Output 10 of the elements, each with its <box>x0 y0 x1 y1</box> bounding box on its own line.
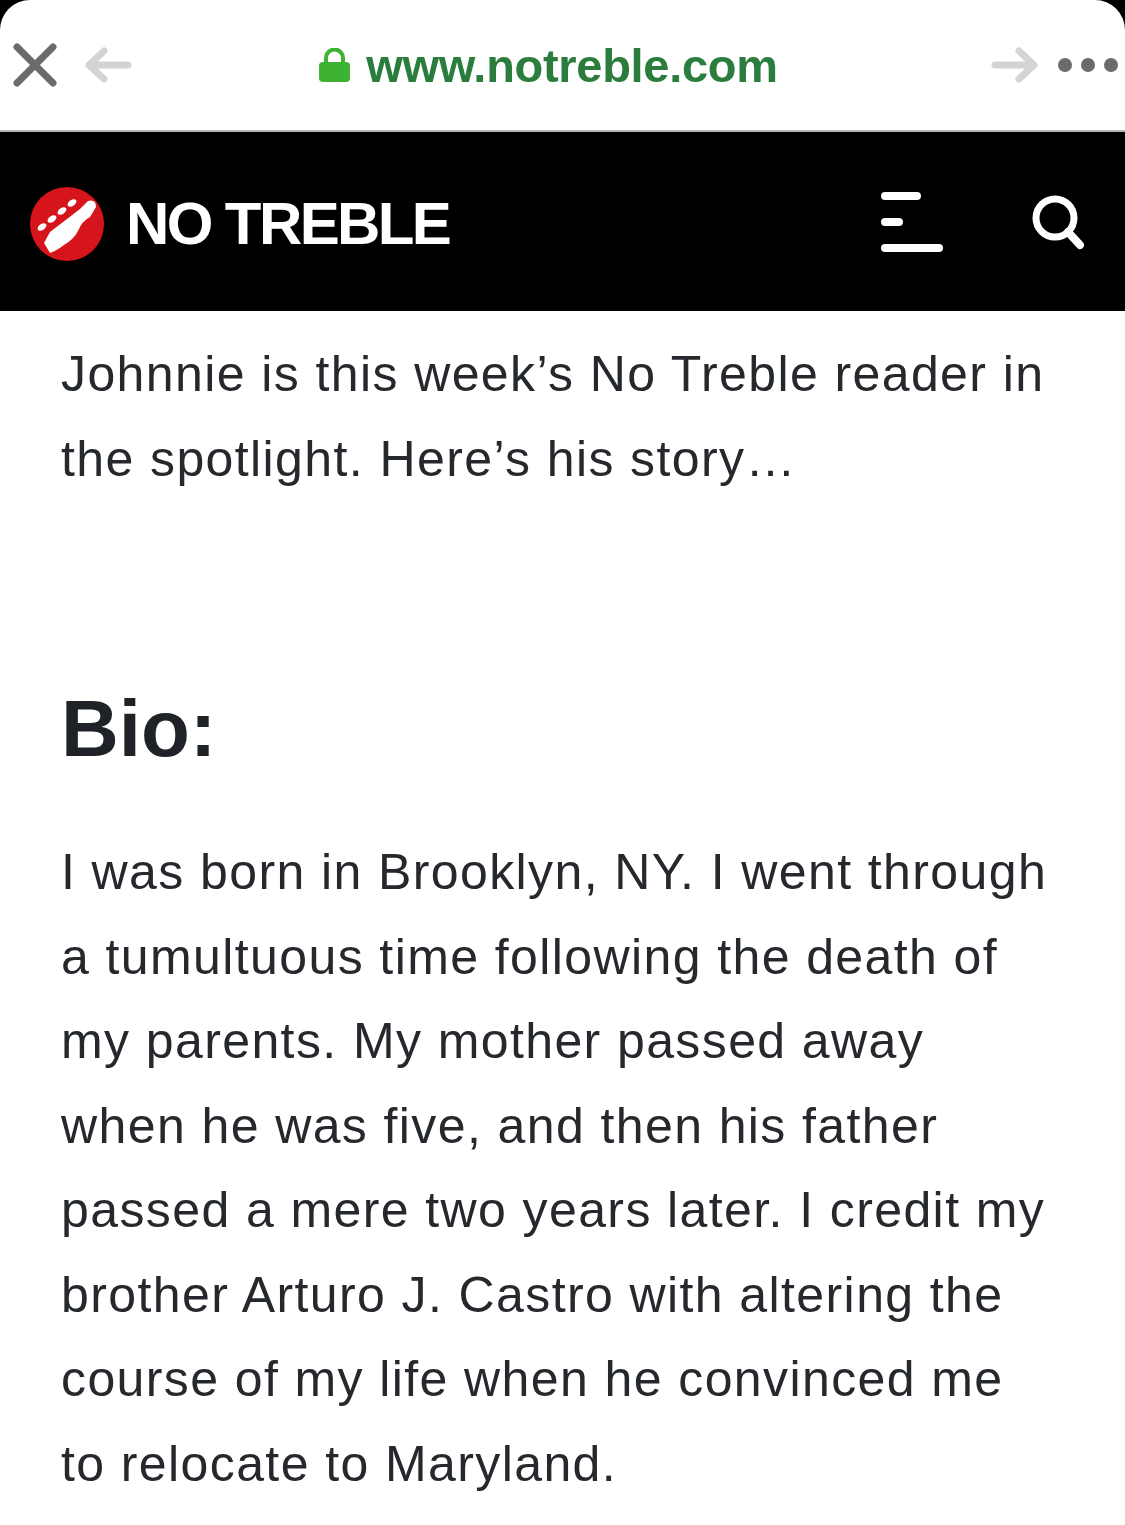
logo-icon <box>30 186 104 261</box>
search-button[interactable] <box>1031 193 1085 250</box>
more-button[interactable] <box>1057 57 1119 73</box>
url-text[interactable]: www.notreble.com <box>366 37 778 93</box>
bio-heading: Bio: <box>61 683 218 775</box>
close-button[interactable] <box>12 42 58 88</box>
site-logo-link[interactable]: NO TREBLE <box>30 186 450 261</box>
body-paragraph: I was born in Brooklyn, NY. I went through a tumultuous time following the death of my parents. My mother passed away when he was five, and then his father passed a mere two years later. I credit my brother Arturo J. Castro with altering the course of my life when he convinced me to relocate to Maryland. <box>61 843 1049 1494</box>
menu-button[interactable] <box>881 191 943 252</box>
intro-paragraph: Johnnie is this week’s No Treble reader in the spotlight. Here’s his story… <box>61 345 1046 489</box>
